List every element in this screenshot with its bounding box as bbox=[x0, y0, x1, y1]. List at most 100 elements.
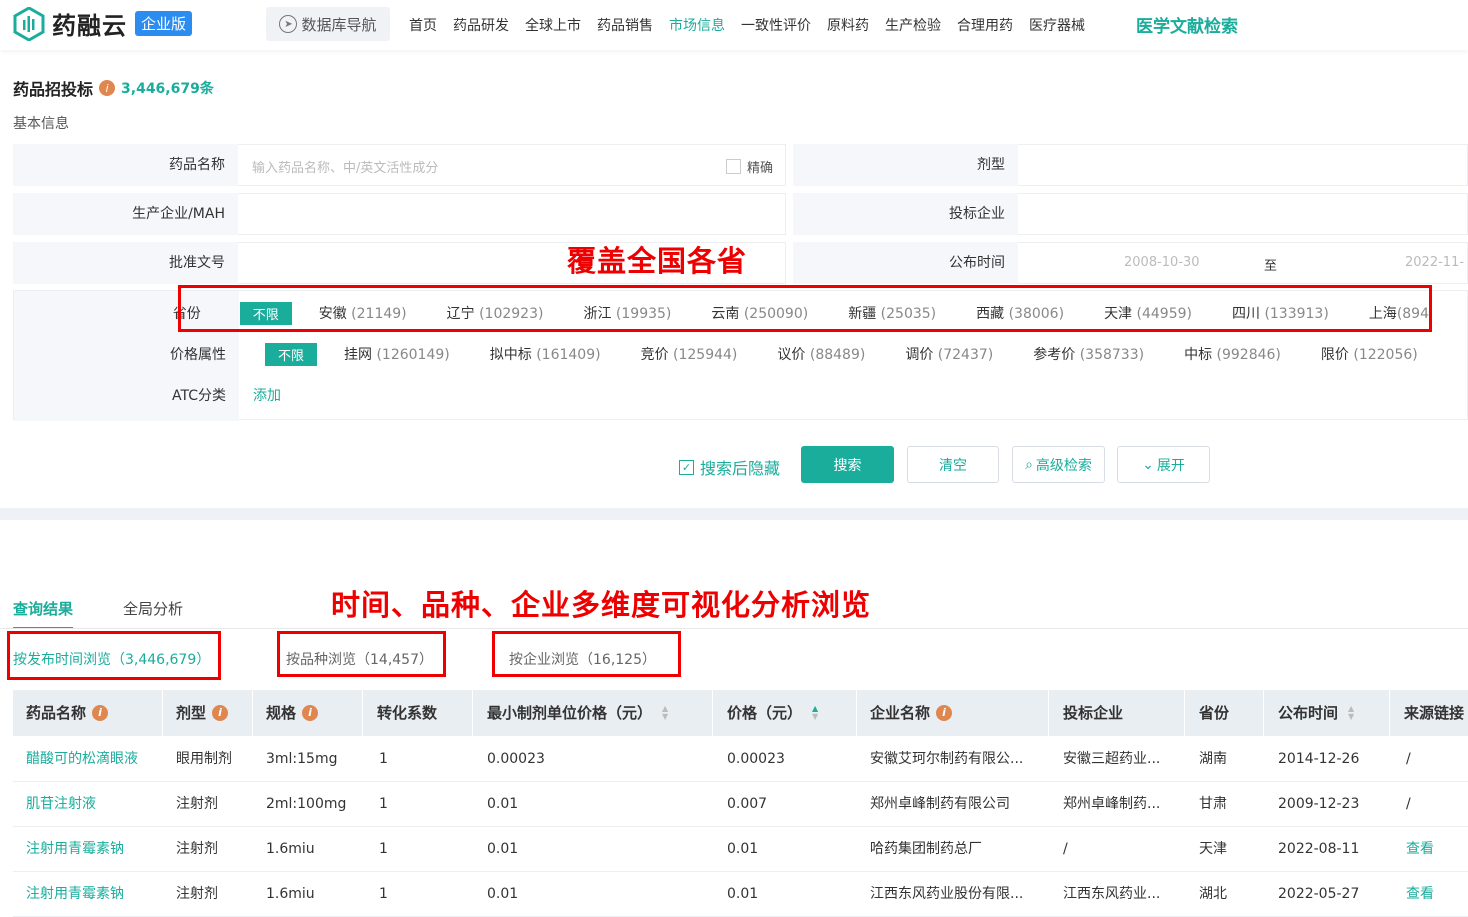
nav-item-market-info[interactable]: 市场信息 bbox=[669, 15, 725, 35]
col-drug-name[interactable]: 药品名称 i bbox=[26, 690, 109, 736]
source-view-link[interactable]: 查看 bbox=[1406, 872, 1434, 917]
tab-results[interactable]: 查询结果 bbox=[13, 598, 74, 629]
dosage-label: 剂型 bbox=[793, 144, 1018, 186]
advanced-search-label: 高级检索 bbox=[1035, 457, 1092, 474]
source-link-cell: / bbox=[1406, 796, 1411, 812]
sort-icon[interactable]: ▲ ▼ bbox=[1348, 705, 1354, 721]
bidder-cell: 江西东风药业... bbox=[1063, 886, 1161, 902]
date-from[interactable]: 2008-10-30 bbox=[1124, 255, 1200, 270]
dosage-input[interactable] bbox=[1018, 144, 1468, 186]
nav-item-rational-use[interactable]: 合理用药 bbox=[957, 15, 1013, 35]
publish-time-cell: 2022-05-27 bbox=[1278, 886, 1360, 902]
dosage-cell: 注射剂 bbox=[176, 886, 218, 902]
col-conversion: 转化系数 bbox=[377, 704, 438, 722]
drug-name-link[interactable]: 注射用青霉素钠 bbox=[26, 872, 124, 917]
drug-name-link[interactable]: 注射用青霉素钠 bbox=[26, 827, 124, 872]
top-header: 药融云 企业版 ➤ 数据库导航 首页 药品研发 全球上市 药品销售 市场信息 一… bbox=[0, 0, 1468, 50]
database-nav-label: 数据库导航 bbox=[301, 15, 377, 34]
search-button[interactable]: 搜索 bbox=[801, 446, 894, 483]
price-option[interactable]: 限价 (122056) bbox=[1321, 344, 1418, 364]
info-icon[interactable]: i bbox=[92, 705, 109, 721]
price-option[interactable]: 议价 (88489) bbox=[777, 344, 865, 364]
manufacturer-row: 生产企业/MAH bbox=[13, 193, 786, 235]
col-bidder: 投标企业 bbox=[1063, 704, 1124, 722]
publish-time-row: 公布时间 2008-10-30 至 2022-11- bbox=[793, 242, 1468, 284]
nav-item-global-launch[interactable]: 全球上市 bbox=[525, 15, 581, 35]
price-option[interactable]: 挂网 (1260149) bbox=[344, 344, 450, 364]
atc-add-link[interactable]: 添加 bbox=[253, 385, 281, 405]
nav-item-api[interactable]: 原料药 bbox=[827, 15, 869, 35]
drug-name-placeholder: 输入药品名称、中/英文活性成分 bbox=[252, 161, 439, 176]
drug-name-input[interactable]: 输入药品名称、中/英文活性成分 精确 bbox=[238, 144, 786, 186]
hide-after-search-label: 搜索后隐藏 bbox=[700, 459, 781, 478]
nav-item-home[interactable]: 首页 bbox=[409, 15, 437, 35]
analysis-annotation: 时间、品种、企业多维度可视化分析浏览 bbox=[331, 588, 872, 622]
price-cell: 0.007 bbox=[727, 796, 768, 812]
bidder-label: 投标企业 bbox=[793, 193, 1018, 235]
date-separator: 至 bbox=[1264, 259, 1278, 274]
source-view-link[interactable]: 查看 bbox=[1406, 827, 1434, 872]
manufacturer-input[interactable] bbox=[238, 193, 786, 235]
exact-checkbox[interactable]: 精确 bbox=[725, 157, 773, 176]
date-to[interactable]: 2022-11- bbox=[1405, 255, 1464, 270]
price-option[interactable]: 参考价 (358733) bbox=[1033, 344, 1144, 364]
price-option[interactable]: 竞价 (125944) bbox=[641, 344, 738, 364]
price-option[interactable]: 调价 (72437) bbox=[905, 344, 993, 364]
database-nav-button[interactable]: ➤ 数据库导航 bbox=[266, 7, 390, 41]
col-min-unit-price[interactable]: 最小制剂单位价格（元） ▲ ▼ bbox=[487, 690, 668, 736]
time-highlight-box bbox=[7, 631, 221, 680]
info-icon[interactable]: i bbox=[936, 705, 953, 721]
result-tabs: 查询结果 全局分析 bbox=[13, 598, 233, 629]
col-publish-time[interactable]: 公布时间 ▲ ▼ bbox=[1278, 690, 1354, 736]
table-row: 注射用青霉素钠 注射剂 1.6miu 1 0.01 0.01 江西东风药业股份有… bbox=[13, 872, 1468, 917]
nav-item-devices[interactable]: 医疗器械 bbox=[1029, 15, 1085, 35]
info-icon[interactable]: i bbox=[99, 80, 116, 96]
price-option[interactable]: 拟中标 (161409) bbox=[490, 344, 601, 364]
bidder-input[interactable] bbox=[1018, 193, 1468, 235]
min-unit-price-cell: 0.01 bbox=[487, 796, 519, 812]
section-divider bbox=[0, 508, 1468, 520]
price-option[interactable]: 中标 (992846) bbox=[1184, 344, 1281, 364]
drug-name-link[interactable]: 醋酸可的松滴眼液 bbox=[26, 737, 138, 782]
spec-cell: 2ml:100mg bbox=[266, 796, 347, 812]
spec-cell: 3ml:15mg bbox=[266, 751, 338, 767]
company-cell: 安徽艾珂尔制药有限公... bbox=[870, 751, 1024, 767]
nav-item-production[interactable]: 生产检验 bbox=[885, 15, 941, 35]
dosage-cell: 眼用制剂 bbox=[176, 751, 232, 767]
sort-icon[interactable]: ▲ ▼ bbox=[812, 705, 818, 721]
clear-button[interactable]: 清空 bbox=[907, 446, 999, 483]
nav-item-sales[interactable]: 药品销售 bbox=[597, 15, 653, 35]
nav-item-rnd[interactable]: 药品研发 bbox=[453, 15, 509, 35]
province-cell: 湖北 bbox=[1199, 886, 1227, 902]
advanced-search-button[interactable]: ⌕ 高级检索 bbox=[1012, 446, 1105, 483]
expand-button[interactable]: ⌄ 展开 bbox=[1117, 446, 1210, 483]
sort-icon[interactable]: ▲ ▼ bbox=[662, 705, 668, 721]
dosage-cell: 注射剂 bbox=[176, 841, 218, 857]
col-dosage[interactable]: 剂型 i bbox=[176, 690, 229, 736]
col-price[interactable]: 价格（元） ▲ ▼ bbox=[727, 690, 818, 736]
bidder-cell: 安徽三超药业... bbox=[1063, 751, 1161, 767]
expand-label: 展开 bbox=[1156, 457, 1185, 474]
atc-label: ATC分类 bbox=[172, 388, 226, 404]
col-spec[interactable]: 规格 i bbox=[266, 690, 319, 736]
info-icon[interactable]: i bbox=[212, 705, 229, 721]
nav-item-consistency[interactable]: 一致性评价 bbox=[741, 15, 811, 35]
price-unlimited[interactable]: 不限 bbox=[265, 342, 318, 366]
company-cell: 江西东风药业股份有限... bbox=[870, 886, 1024, 902]
conversion-cell: 1 bbox=[379, 796, 388, 812]
tab-analysis[interactable]: 全局分析 bbox=[123, 598, 183, 629]
company-highlight-box bbox=[492, 631, 681, 677]
tabs-underline bbox=[0, 628, 1468, 629]
company-cell: 郑州卓峰制药有限公司 bbox=[870, 796, 1010, 812]
literature-search-link[interactable]: 医学文献检索 bbox=[1136, 12, 1238, 37]
price-cell: 0.01 bbox=[727, 841, 759, 857]
source-link-cell: / bbox=[1406, 751, 1411, 767]
dosage-row: 剂型 bbox=[793, 144, 1468, 186]
col-company[interactable]: 企业名称 i bbox=[870, 690, 953, 736]
publish-time-range[interactable]: 2008-10-30 至 2022-11- bbox=[1018, 242, 1468, 284]
info-icon[interactable]: i bbox=[302, 705, 319, 721]
hide-after-search-checkbox[interactable]: ✓ 搜索后隐藏 bbox=[679, 455, 780, 479]
drug-name-link[interactable]: 肌苷注射液 bbox=[26, 782, 96, 827]
conversion-cell: 1 bbox=[379, 886, 388, 902]
logo[interactable]: 药融云 企业版 bbox=[12, 6, 193, 41]
